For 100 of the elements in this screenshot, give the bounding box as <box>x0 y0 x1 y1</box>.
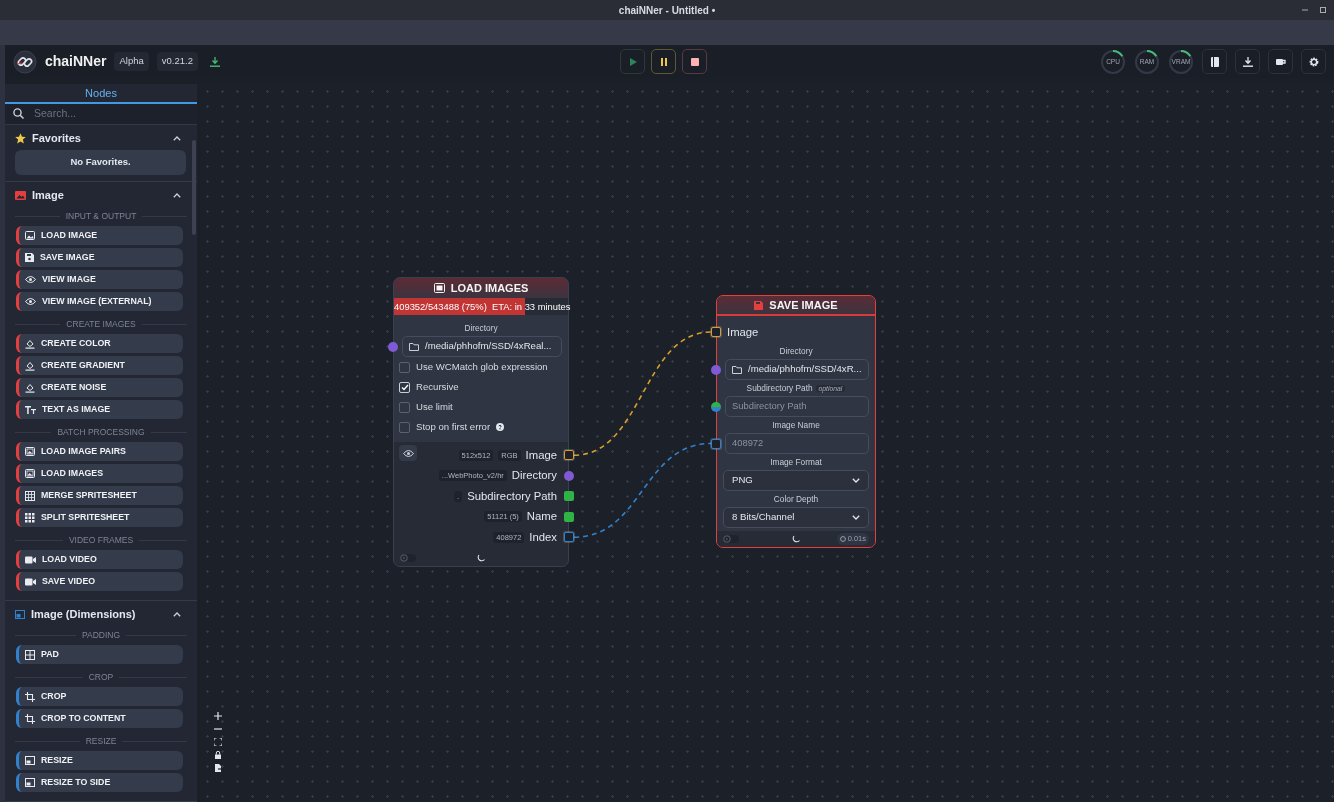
docs-button[interactable] <box>1202 49 1227 74</box>
category-title[interactable]: Favorites <box>32 129 81 147</box>
zoom-in-icon[interactable] <box>214 712 222 720</box>
output-label: Image <box>525 447 557 463</box>
node-item[interactable]: LOAD IMAGE PAIRS <box>16 442 183 461</box>
group-heading: CREATE IMAGES <box>66 317 136 331</box>
zoom-out-icon[interactable] <box>214 725 222 733</box>
node-title: SAVE IMAGE <box>769 297 838 313</box>
text-input[interactable]: Subdirectory Path <box>732 399 862 414</box>
node-item[interactable]: SAVE IMAGE <box>16 248 183 267</box>
field-label: Image Format <box>770 457 822 467</box>
chevron-icon[interactable] <box>173 192 181 198</box>
folder-icon <box>409 342 419 351</box>
version-badge: v0.21.2 <box>156 52 198 71</box>
node-item[interactable]: LOAD IMAGE <box>16 226 183 245</box>
output-handle[interactable] <box>564 470 574 481</box>
node-item[interactable]: CROP <box>16 687 183 706</box>
checkbox[interactable] <box>399 361 410 373</box>
checkbox-label: Use limit <box>416 399 453 414</box>
category-title[interactable]: Image <box>32 186 64 204</box>
input-handle[interactable] <box>388 341 398 352</box>
usage-gauge <box>1168 48 1194 75</box>
export-image-icon[interactable] <box>214 764 222 772</box>
empty-message: No Favorites. <box>15 150 186 175</box>
book-icon <box>1209 56 1220 67</box>
field-label: Directory <box>779 346 813 356</box>
node-item[interactable]: RESIZE TO SIDE <box>16 773 183 792</box>
output-handle[interactable] <box>564 450 574 461</box>
checkbox-label: Stop on first error <box>416 419 491 434</box>
dropdown[interactable]: PNG <box>723 470 869 491</box>
dropdown[interactable]: 8 Bits/Channel <box>723 507 869 528</box>
node-item[interactable]: LOAD VIDEO <box>16 550 183 569</box>
output-handle[interactable] <box>564 532 574 543</box>
chevron-icon[interactable] <box>173 135 181 141</box>
pause-icon <box>658 56 669 67</box>
input-handle[interactable] <box>711 401 721 412</box>
node-item[interactable]: SPLIT SPRITESHEET <box>16 508 183 527</box>
download-icon[interactable] <box>209 56 220 67</box>
search-input[interactable]: Search... <box>32 105 182 123</box>
crop-icon <box>25 713 35 724</box>
paint-bucket-icon <box>25 338 35 349</box>
category-title[interactable]: Image (Dimensions) <box>31 605 136 623</box>
floppy-icon <box>25 253 34 262</box>
eye-icon <box>25 276 36 283</box>
node-item[interactable]: CREATE NOISE <box>16 378 183 397</box>
preview-button[interactable] <box>399 445 417 461</box>
input-field[interactable]: /media/phhofm/SSD/4xR... <box>725 359 869 380</box>
input-label: Image <box>727 324 759 340</box>
app-name: chaiNNer <box>45 52 107 71</box>
input-field[interactable]: /media/phhofm/SSD/4xReal... <box>402 336 562 357</box>
node-item[interactable]: CREATE COLOR <box>16 334 183 353</box>
images-icon <box>433 283 445 293</box>
node-item[interactable]: SAVE VIDEO <box>16 572 183 591</box>
node-item[interactable]: TEXT AS IMAGE <box>16 400 183 419</box>
search-field[interactable]: Search... <box>5 103 197 125</box>
toggle-icon[interactable] <box>723 535 739 543</box>
pause-button[interactable] <box>651 49 676 74</box>
export-button[interactable] <box>1235 49 1260 74</box>
fit-view-icon[interactable] <box>214 738 222 746</box>
text-input[interactable]: 408972 <box>732 436 862 451</box>
toggle-icon[interactable] <box>400 553 416 562</box>
grid-icon <box>25 490 35 501</box>
resize-icon <box>25 778 35 787</box>
node-item[interactable]: CREATE GRADIENT <box>16 356 183 375</box>
mug-icon <box>1275 56 1286 67</box>
input-field[interactable]: Subdirectory Path <box>725 396 869 417</box>
input-field[interactable]: 408972 <box>725 433 869 454</box>
settings-button[interactable] <box>1301 49 1326 74</box>
checkbox[interactable] <box>399 401 410 413</box>
chevron-icon[interactable] <box>173 611 181 617</box>
node-item[interactable]: LOAD IMAGES <box>16 464 183 483</box>
node-item[interactable]: VIEW IMAGE <box>16 270 183 289</box>
logo-icon <box>13 49 37 74</box>
group-heading: INPUT & OUTPUT <box>65 209 137 223</box>
output-label: Index <box>529 529 557 545</box>
pad-icon <box>25 649 35 660</box>
node-item[interactable]: CROP TO CONTENT <box>16 709 183 728</box>
node-item[interactable]: PAD <box>16 645 183 664</box>
stop-button[interactable] <box>682 49 707 74</box>
output-label: Subdirectory Path <box>467 488 557 504</box>
checkbox[interactable] <box>399 421 410 433</box>
spinner-icon <box>477 553 485 562</box>
input-handle[interactable] <box>711 438 721 449</box>
node-card[interactable] <box>393 277 569 567</box>
node-item[interactable]: RESIZE <box>16 751 183 770</box>
node-item[interactable]: MERGE SPRITESHEET <box>16 486 183 505</box>
output-handle[interactable] <box>564 511 574 522</box>
support-button[interactable] <box>1268 49 1293 74</box>
input-handle[interactable] <box>711 364 721 375</box>
node-item[interactable]: VIEW IMAGE (EXTERNAL) <box>16 292 183 311</box>
input-handle[interactable] <box>711 327 721 337</box>
output-handle[interactable] <box>564 491 574 502</box>
maximize-icon[interactable] <box>1320 7 1326 13</box>
output-label: Name <box>526 509 557 525</box>
stop-icon <box>689 56 700 67</box>
lock-icon[interactable] <box>214 751 222 759</box>
run-button[interactable] <box>620 49 645 74</box>
group-heading: RESIZE <box>85 734 117 748</box>
field-label: Color Depth <box>773 494 819 504</box>
group-heading: VIDEO FRAMES <box>68 533 134 547</box>
